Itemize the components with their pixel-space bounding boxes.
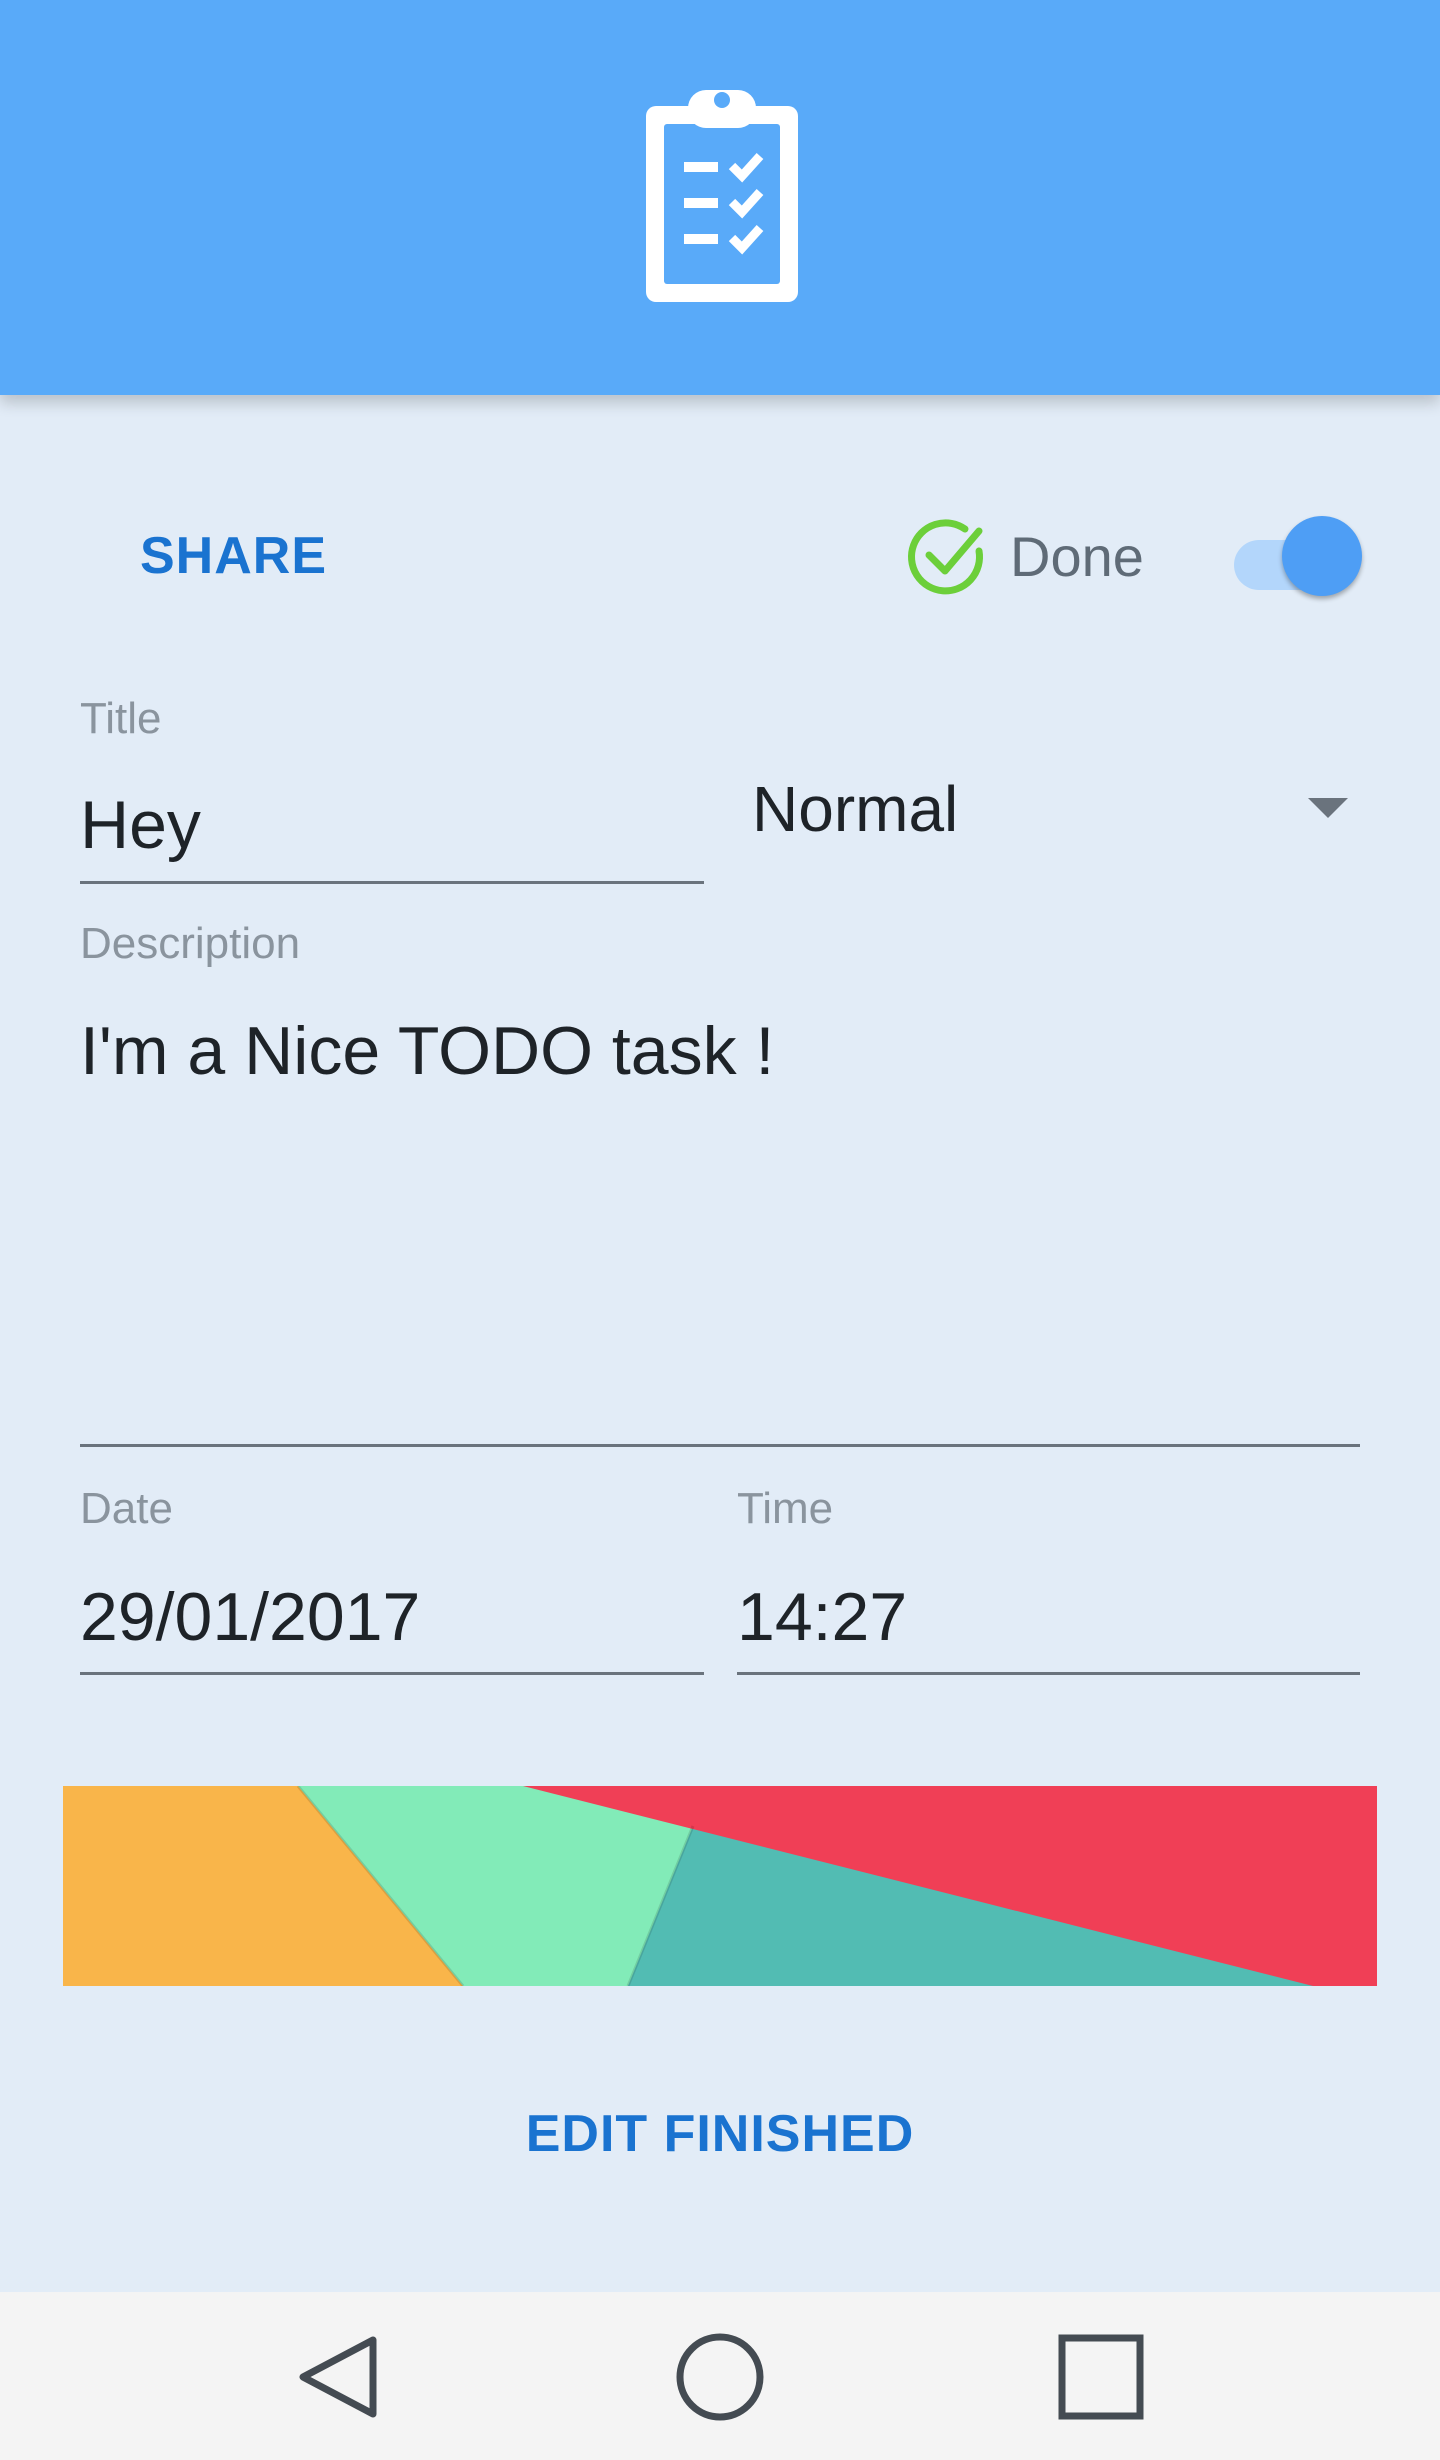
back-icon[interactable] [285, 2322, 395, 2432]
priority-value: Normal [752, 773, 959, 845]
title-input[interactable]: Hey [80, 786, 201, 864]
recents-icon[interactable] [1046, 2322, 1156, 2432]
date-underline [80, 1672, 704, 1675]
toggle-thumb[interactable] [1282, 516, 1362, 596]
time-input[interactable]: 14:27 [737, 1578, 907, 1656]
edit-finished-button[interactable]: EDIT FINISHED [0, 2104, 1440, 2164]
app-bar [0, 0, 1440, 395]
date-input[interactable]: 29/01/2017 [80, 1578, 420, 1656]
clipboard-checklist-icon [646, 90, 798, 302]
system-nav-bar [0, 2292, 1440, 2460]
title-underline [80, 881, 704, 884]
title-label: Title [80, 694, 162, 743]
time-label: Time [737, 1484, 834, 1533]
description-underline [80, 1444, 1360, 1447]
dropdown-arrow-icon [1308, 798, 1348, 818]
material-banner-image [63, 1786, 1377, 1986]
date-label: Date [80, 1484, 173, 1533]
check-circle-icon [908, 519, 983, 595]
priority-dropdown[interactable]: Normal [752, 752, 1360, 862]
done-label: Done [1010, 525, 1144, 588]
share-button[interactable]: SHARE [140, 526, 327, 586]
description-label: Description [80, 919, 301, 968]
time-underline [737, 1672, 1360, 1675]
done-toggle[interactable] [1230, 516, 1364, 598]
home-icon[interactable] [665, 2322, 775, 2432]
description-input[interactable]: I'm a Nice TODO task ! [80, 1012, 774, 1090]
